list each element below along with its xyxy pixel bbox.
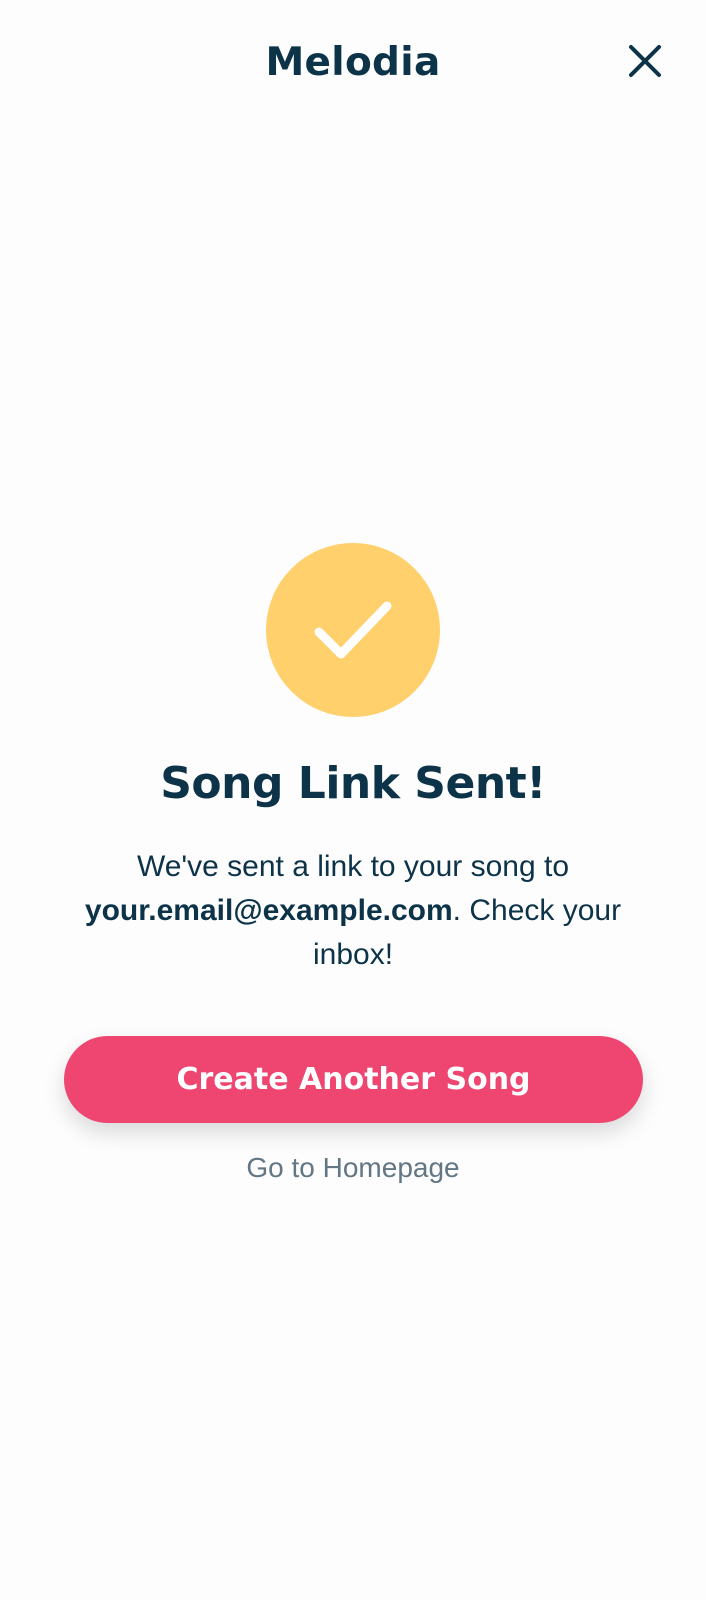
app-header: Melodia bbox=[0, 0, 706, 130]
go-to-homepage-link[interactable]: Go to Homepage bbox=[0, 1152, 706, 1184]
close-icon bbox=[629, 45, 661, 77]
recipient-email: your.email@example.com bbox=[84, 894, 453, 927]
create-another-song-button[interactable]: Create Another Song bbox=[64, 1036, 643, 1123]
close-button[interactable] bbox=[622, 38, 668, 84]
checkmark-icon bbox=[314, 601, 392, 659]
app-title: Melodia bbox=[265, 40, 441, 85]
success-title: Song Link Sent! bbox=[160, 758, 546, 809]
success-message: We've sent a link to your song to your.e… bbox=[56, 845, 650, 977]
message-text-before: We've sent a link to your song to bbox=[136, 850, 570, 883]
success-badge bbox=[266, 543, 440, 717]
success-screen: Melodia Song Link Sent! We've sent a lin… bbox=[0, 0, 706, 1600]
